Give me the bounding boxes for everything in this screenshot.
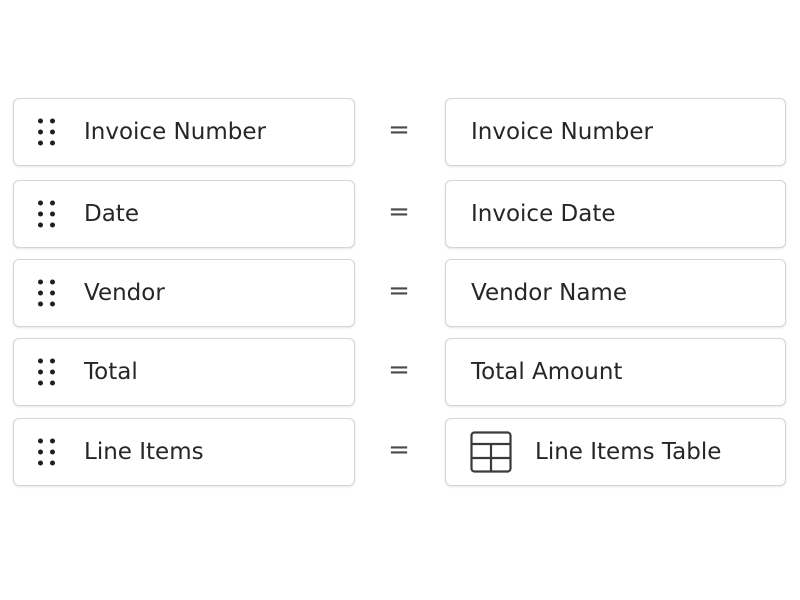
mapping-row: Invoice Number = Invoice Number [13,98,786,168]
drag-handle-icon[interactable] [38,358,55,386]
equals-operator: = [388,115,410,145]
target-field-line-items-table[interactable]: Line Items Table [445,418,786,486]
target-field-label: Line Items Table [535,439,722,465]
source-field-vendor[interactable]: Vendor [13,259,355,327]
source-field-label: Line Items [84,439,204,465]
target-field-label: Invoice Number [471,119,653,145]
source-field-date[interactable]: Date [13,180,355,248]
source-field-label: Vendor [84,280,165,306]
source-field-total[interactable]: Total [13,338,355,406]
source-field-line-items[interactable]: Line Items [13,418,355,486]
target-field-vendor-name[interactable]: Vendor Name [445,259,786,327]
target-field-label: Total Amount [471,359,623,385]
target-field-label: Invoice Date [471,201,616,227]
equals-operator: = [388,276,410,306]
source-field-label: Invoice Number [84,119,266,145]
target-field-invoice-number[interactable]: Invoice Number [445,98,786,166]
target-field-total-amount[interactable]: Total Amount [445,338,786,406]
equals-operator: = [388,355,410,385]
drag-handle-icon[interactable] [38,438,55,466]
drag-handle-icon[interactable] [38,118,55,146]
drag-handle-icon[interactable] [38,279,55,307]
source-field-label: Total [84,359,138,385]
mapping-row: Vendor = Vendor Name [13,259,786,329]
target-field-invoice-date[interactable]: Invoice Date [445,180,786,248]
equals-operator: = [388,435,410,465]
source-field-label: Date [84,201,139,227]
drag-handle-icon[interactable] [38,200,55,228]
mapping-row: Date = Invoice Date [13,180,786,250]
field-mapping-panel: Invoice Number = Invoice Number Date = I… [0,0,800,600]
mapping-row: Line Items = Line Items Table [13,418,786,488]
table-icon [470,431,512,473]
target-field-label: Vendor Name [471,280,627,306]
equals-operator: = [388,197,410,227]
source-field-invoice-number[interactable]: Invoice Number [13,98,355,166]
mapping-row: Total = Total Amount [13,338,786,408]
